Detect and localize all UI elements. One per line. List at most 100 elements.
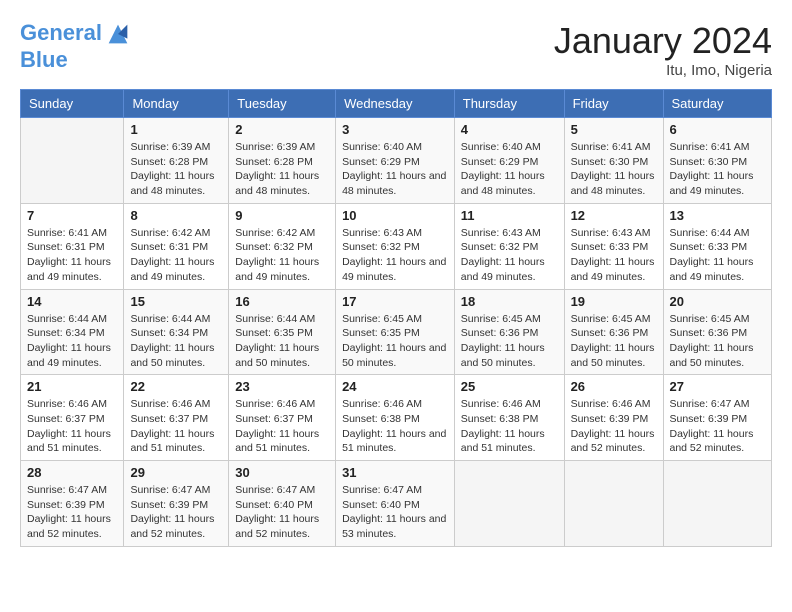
day-number: 8 <box>130 208 222 223</box>
calendar-table: SundayMondayTuesdayWednesdayThursdayFrid… <box>20 89 772 547</box>
day-info: Sunrise: 6:45 AMSunset: 6:36 PMDaylight:… <box>461 312 558 371</box>
calendar-cell: 17 Sunrise: 6:45 AMSunset: 6:35 PMDayligh… <box>336 289 455 375</box>
calendar-cell: 6Sunrise: 6:41 AMSunset: 6:30 PMDaylight… <box>663 118 772 204</box>
logo-subtext: Blue <box>20 48 132 72</box>
calendar-cell <box>564 461 663 547</box>
weekday-header-tuesday: Tuesday <box>229 90 336 118</box>
calendar-cell: 11 Sunrise: 6:43 AMSunset: 6:32 PMDayligh… <box>454 203 564 289</box>
day-number: 15 <box>130 294 222 309</box>
calendar-cell: 8 Sunrise: 6:42 AMSunset: 6:31 PMDaylight… <box>124 203 229 289</box>
day-info: Sunrise: 6:43 AMSunset: 6:32 PMDaylight:… <box>461 226 558 285</box>
day-info: Sunrise: 6:47 AMSunset: 6:40 PMDaylight:… <box>235 483 329 542</box>
logo: General Blue <box>20 20 132 72</box>
day-number: 23 <box>235 379 329 394</box>
calendar-cell: 15 Sunrise: 6:44 AMSunset: 6:34 PMDayligh… <box>124 289 229 375</box>
day-info: Sunrise: 6:46 AMSunset: 6:38 PMDaylight:… <box>342 397 448 456</box>
calendar-cell: 19Sunrise: 6:45 AMSunset: 6:36 PMDayligh… <box>564 289 663 375</box>
day-number: 3 <box>342 122 448 137</box>
location: Itu, Imo, Nigeria <box>554 62 772 79</box>
day-info: Sunrise: 6:47 AMSunset: 6:39 PMDaylight:… <box>130 483 222 542</box>
day-number: 18 <box>461 294 558 309</box>
day-info: Sunrise: 6:47 AMSunset: 6:39 PMDaylight:… <box>670 397 766 456</box>
day-info: Sunrise: 6:46 AMSunset: 6:38 PMDaylight:… <box>461 397 558 456</box>
day-number: 10 <box>342 208 448 223</box>
calendar-cell: 12Sunrise: 6:43 AMSunset: 6:33 PMDayligh… <box>564 203 663 289</box>
day-number: 5 <box>571 122 657 137</box>
calendar-cell: 16 Sunrise: 6:44 AMSunset: 6:35 PMDayligh… <box>229 289 336 375</box>
calendar-cell <box>21 118 124 204</box>
calendar-cell: 29Sunrise: 6:47 AMSunset: 6:39 PMDayligh… <box>124 461 229 547</box>
calendar-cell: 14Sunrise: 6:44 AMSunset: 6:34 PMDayligh… <box>21 289 124 375</box>
day-number: 21 <box>27 379 117 394</box>
weekday-header-friday: Friday <box>564 90 663 118</box>
weekday-header-sunday: Sunday <box>21 90 124 118</box>
calendar-cell: 28Sunrise: 6:47 AMSunset: 6:39 PMDayligh… <box>21 461 124 547</box>
calendar-cell <box>663 461 772 547</box>
month-title: January 2024 <box>554 20 772 62</box>
page-header: General Blue January 2024 Itu, Imo, Nige… <box>20 20 772 79</box>
day-info: Sunrise: 6:44 AMSunset: 6:34 PMDaylight:… <box>130 312 222 371</box>
calendar-cell: 7 Sunrise: 6:41 AMSunset: 6:31 PMDaylight… <box>21 203 124 289</box>
day-info: Sunrise: 6:45 AMSunset: 6:36 PMDaylight:… <box>571 312 657 371</box>
calendar-cell: 26Sunrise: 6:46 AMSunset: 6:39 PMDayligh… <box>564 375 663 461</box>
calendar-cell: 18 Sunrise: 6:45 AMSunset: 6:36 PMDayligh… <box>454 289 564 375</box>
day-info: Sunrise: 6:43 AMSunset: 6:32 PMDaylight:… <box>342 226 448 285</box>
day-info: Sunrise: 6:46 AMSunset: 6:37 PMDaylight:… <box>130 397 222 456</box>
title-section: January 2024 Itu, Imo, Nigeria <box>554 20 772 79</box>
day-number: 30 <box>235 465 329 480</box>
day-number: 9 <box>235 208 329 223</box>
day-number: 16 <box>235 294 329 309</box>
calendar-cell: 10 Sunrise: 6:43 AMSunset: 6:32 PMDayligh… <box>336 203 455 289</box>
day-number: 7 <box>27 208 117 223</box>
day-info: Sunrise: 6:40 AMSunset: 6:29 PMDaylight:… <box>342 140 448 199</box>
calendar-cell: 27Sunrise: 6:47 AMSunset: 6:39 PMDayligh… <box>663 375 772 461</box>
day-number: 4 <box>461 122 558 137</box>
day-info: Sunrise: 6:45 AMSunset: 6:35 PMDaylight:… <box>342 312 448 371</box>
calendar-cell: 20 Sunrise: 6:45 AMSunset: 6:36 PMDayligh… <box>663 289 772 375</box>
calendar-cell: 22 Sunrise: 6:46 AMSunset: 6:37 PMDayligh… <box>124 375 229 461</box>
day-info: Sunrise: 6:41 AMSunset: 6:30 PMDaylight:… <box>571 140 657 199</box>
day-info: Sunrise: 6:40 AMSunset: 6:29 PMDaylight:… <box>461 140 558 199</box>
logo-text: General <box>20 20 132 48</box>
day-info: Sunrise: 6:39 AMSunset: 6:28 PMDaylight:… <box>130 140 222 199</box>
day-number: 22 <box>130 379 222 394</box>
day-info: Sunrise: 6:46 AMSunset: 6:39 PMDaylight:… <box>571 397 657 456</box>
day-number: 24 <box>342 379 448 394</box>
calendar-cell: 30 Sunrise: 6:47 AMSunset: 6:40 PMDayligh… <box>229 461 336 547</box>
day-info: Sunrise: 6:41 AMSunset: 6:31 PMDaylight:… <box>27 226 117 285</box>
day-info: Sunrise: 6:47 AMSunset: 6:40 PMDaylight:… <box>342 483 448 542</box>
week-row-3: 14Sunrise: 6:44 AMSunset: 6:34 PMDayligh… <box>21 289 772 375</box>
weekday-header-wednesday: Wednesday <box>336 90 455 118</box>
day-info: Sunrise: 6:42 AMSunset: 6:32 PMDaylight:… <box>235 226 329 285</box>
calendar-cell: 23 Sunrise: 6:46 AMSunset: 6:37 PMDayligh… <box>229 375 336 461</box>
day-info: Sunrise: 6:44 AMSunset: 6:35 PMDaylight:… <box>235 312 329 371</box>
calendar-cell: 13 Sunrise: 6:44 AMSunset: 6:33 PMDayligh… <box>663 203 772 289</box>
day-number: 20 <box>670 294 766 309</box>
week-row-5: 28Sunrise: 6:47 AMSunset: 6:39 PMDayligh… <box>21 461 772 547</box>
day-number: 25 <box>461 379 558 394</box>
day-info: Sunrise: 6:46 AMSunset: 6:37 PMDaylight:… <box>27 397 117 456</box>
day-info: Sunrise: 6:43 AMSunset: 6:33 PMDaylight:… <box>571 226 657 285</box>
calendar-cell: 25 Sunrise: 6:46 AMSunset: 6:38 PMDayligh… <box>454 375 564 461</box>
day-info: Sunrise: 6:44 AMSunset: 6:34 PMDaylight:… <box>27 312 117 371</box>
day-number: 2 <box>235 122 329 137</box>
calendar-cell: 9 Sunrise: 6:42 AMSunset: 6:32 PMDaylight… <box>229 203 336 289</box>
week-row-1: 1 Sunrise: 6:39 AMSunset: 6:28 PMDaylight… <box>21 118 772 204</box>
weekday-header-thursday: Thursday <box>454 90 564 118</box>
day-info: Sunrise: 6:46 AMSunset: 6:37 PMDaylight:… <box>235 397 329 456</box>
day-number: 13 <box>670 208 766 223</box>
day-number: 17 <box>342 294 448 309</box>
weekday-header-monday: Monday <box>124 90 229 118</box>
calendar-cell: 5 Sunrise: 6:41 AMSunset: 6:30 PMDaylight… <box>564 118 663 204</box>
weekday-header-saturday: Saturday <box>663 90 772 118</box>
calendar-cell: 2 Sunrise: 6:39 AMSunset: 6:28 PMDaylight… <box>229 118 336 204</box>
day-number: 1 <box>130 122 222 137</box>
day-info: Sunrise: 6:44 AMSunset: 6:33 PMDaylight:… <box>670 226 766 285</box>
day-number: 6 <box>670 122 766 137</box>
calendar-cell: 4 Sunrise: 6:40 AMSunset: 6:29 PMDaylight… <box>454 118 564 204</box>
day-info: Sunrise: 6:39 AMSunset: 6:28 PMDaylight:… <box>235 140 329 199</box>
day-info: Sunrise: 6:42 AMSunset: 6:31 PMDaylight:… <box>130 226 222 285</box>
day-number: 11 <box>461 208 558 223</box>
day-info: Sunrise: 6:45 AMSunset: 6:36 PMDaylight:… <box>670 312 766 371</box>
week-row-2: 7 Sunrise: 6:41 AMSunset: 6:31 PMDaylight… <box>21 203 772 289</box>
